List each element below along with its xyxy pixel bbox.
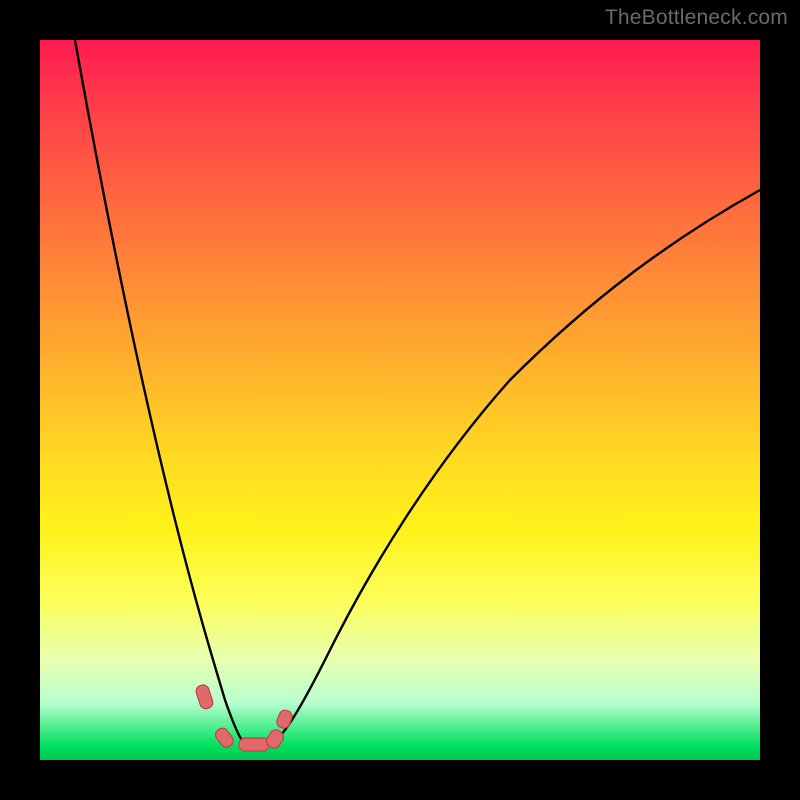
marker-left-start — [195, 683, 215, 710]
marker-bottom — [239, 738, 269, 751]
left-branch-curve — [75, 40, 245, 744]
marker-group — [195, 683, 294, 751]
outer-frame: TheBottleneck.com — [0, 0, 800, 800]
chart-svg — [40, 40, 760, 760]
plot-area — [40, 40, 760, 760]
right-branch-curve — [268, 190, 760, 746]
marker-right-end — [275, 708, 294, 730]
marker-left-end — [213, 726, 236, 750]
watermark-text: TheBottleneck.com — [605, 6, 788, 30]
